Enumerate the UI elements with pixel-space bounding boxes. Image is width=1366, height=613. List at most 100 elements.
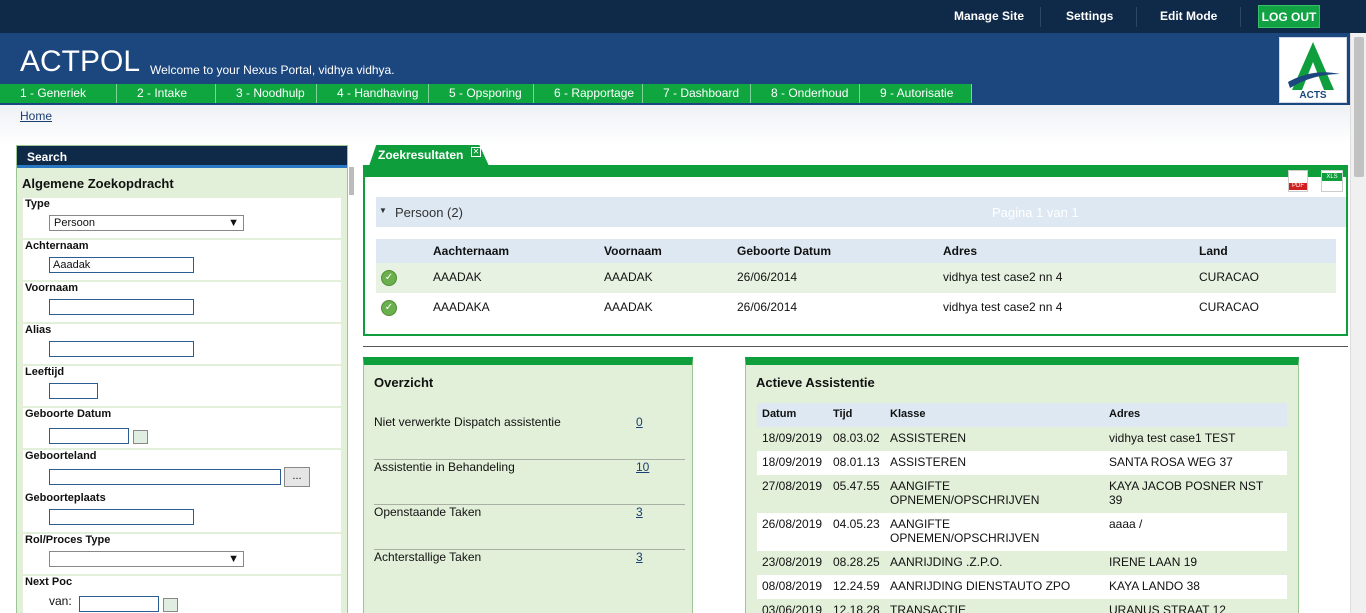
logout-button[interactable]: LOG OUT	[1258, 5, 1320, 28]
achternaam-input[interactable]: Aaadak	[49, 257, 194, 273]
geboorteland-input[interactable]	[49, 469, 281, 485]
pdf-export-icon[interactable]: PDF	[1288, 170, 1308, 192]
table-row[interactable]: 08/08/2019 12.24.59 AANRIJDING DIENSTAUT…	[757, 575, 1287, 599]
overzicht-panel: Overzicht Niet verwerkte Dispatch assist…	[363, 357, 693, 613]
cell-datum: 23/08/2019	[762, 555, 823, 569]
persoon-group-header[interactable]: ▼ Persoon (2) Pagina 1 van 1	[376, 197, 1346, 227]
topbar-divider	[1040, 7, 1041, 27]
topbar-divider	[1240, 7, 1241, 27]
overzicht-item: Niet verwerkte Dispatch assistentie 0	[374, 415, 685, 460]
cell-klasse: TRANSACTIE	[890, 603, 967, 613]
cell-datum: 26/08/2019	[762, 517, 823, 531]
geboorte-datum-input[interactable]	[49, 428, 129, 444]
table-row[interactable]: 18/09/2019 08.01.13 ASSISTEREN SANTA ROS…	[757, 451, 1287, 475]
table-row[interactable]: 23/08/2019 08.28.25 AANRIJDING .Z.P.O. I…	[757, 551, 1287, 575]
overzicht-item: Openstaande Taken 3	[374, 505, 685, 550]
nav-item-autorisatie[interactable]: 9 - Autorisatie	[860, 84, 972, 103]
nav-item-noodhulp[interactable]: 3 - Noodhulp	[216, 84, 317, 103]
nav-item-opsporing[interactable]: 5 - Opsporing	[429, 84, 534, 103]
cell-voornaam: AAADAK	[604, 270, 653, 284]
overzicht-item-count-link[interactable]: 3	[636, 550, 643, 564]
next-poc-van-input[interactable]	[79, 596, 159, 612]
overzicht-item-count-link[interactable]: 0	[636, 415, 643, 429]
voornaam-input[interactable]	[49, 299, 194, 315]
table-row[interactable]: 18/09/2019 08.03.02 ASSISTEREN vidhya te…	[757, 427, 1287, 451]
edit-mode-link[interactable]: Edit Mode	[1160, 9, 1217, 23]
table-row[interactable]: ✓ AAADAK AAADAK 26/06/2014 vidhya test c…	[376, 263, 1336, 293]
subheader	[0, 105, 1350, 145]
cell-datum: 03/06/2019	[762, 603, 823, 613]
check-icon: ✓	[381, 300, 397, 316]
nav-item-intake[interactable]: 2 - Intake	[117, 84, 216, 103]
overzicht-item-count-link[interactable]: 3	[636, 505, 643, 519]
cell-geboorte-datum: 26/06/2014	[737, 270, 798, 284]
section-divider	[363, 346, 1348, 347]
check-icon: ✓	[381, 270, 397, 286]
caret-down-icon: ▼	[379, 206, 387, 215]
logo-text: ACTS	[1299, 90, 1327, 101]
pagination-text: Pagina 1 van 1	[992, 205, 1079, 220]
alias-input[interactable]	[49, 341, 194, 357]
geboorteland-browse-button[interactable]: ...	[284, 467, 310, 487]
nav-item-generiek[interactable]: 1 - Generiek	[0, 84, 117, 103]
cell-achternaam: AAADAK	[433, 270, 482, 284]
table-row[interactable]: ✓ AAADAKA AAADAK 26/06/2014 vidhya test …	[376, 293, 1336, 323]
calendar-icon[interactable]	[163, 598, 178, 612]
close-icon[interactable]: ✕	[471, 147, 481, 157]
table-row[interactable]: 27/08/2019 05.47.55 AANGIFTE OPNEMEN/OPS…	[757, 475, 1287, 513]
cell-klasse: ASSISTEREN	[890, 455, 967, 469]
col-land[interactable]: Land	[1199, 244, 1228, 258]
achternaam-label: Achternaam	[25, 240, 89, 252]
nav-item-rapportage[interactable]: 6 - Rapportage	[534, 84, 643, 103]
overzicht-item-label: Openstaande Taken	[374, 505, 482, 519]
geboorteplaats-field-row: Geboorteplaats	[23, 492, 341, 532]
geboorteland-field-row: Geboorteland ...	[23, 450, 341, 492]
group-title: Persoon (2)	[395, 205, 463, 220]
col-geboorte-datum[interactable]: Geboorte Datum	[737, 244, 831, 258]
table-row[interactable]: 26/08/2019 04.05.23 AANGIFTE OPNEMEN/OPS…	[757, 513, 1287, 551]
type-field-row: Type Persoon ▼	[23, 198, 341, 238]
actieve-assistentie-table: Datum Tijd Klasse Adres 18/09/2019 08.03…	[757, 403, 1287, 613]
cell-adres: aaaa /	[1109, 517, 1143, 531]
overzicht-item-count-link[interactable]: 10	[636, 460, 649, 474]
calendar-icon[interactable]	[133, 430, 148, 444]
cell-datum: 08/08/2019	[762, 579, 823, 593]
cell-tijd: 04.05.23	[833, 517, 880, 531]
cell-klasse: AANRIJDING .Z.P.O.	[890, 555, 1003, 569]
overzicht-item-label: Assistentie in Behandeling	[374, 460, 515, 474]
nav-item-onderhoud[interactable]: 8 - Onderhoud	[751, 84, 860, 103]
breadcrumb-home[interactable]: Home	[20, 109, 52, 123]
actieve-assistentie-panel: Actieve Assistentie Datum Tijd Klasse Ad…	[745, 357, 1299, 613]
cell-adres: vidhya test case2 nn 4	[943, 270, 1063, 284]
nav-item-handhaving[interactable]: 4 - Handhaving	[317, 84, 429, 103]
xls-export-icon[interactable]: XLS	[1321, 170, 1343, 192]
cell-tijd: 08.28.25	[833, 555, 880, 569]
type-select[interactable]: Persoon ▼	[49, 215, 244, 231]
voornaam-field-row: Voornaam	[23, 282, 341, 322]
header: ACTPOL Welcome to your Nexus Portal, vid…	[0, 33, 1350, 105]
col-adres[interactable]: Adres	[943, 244, 977, 258]
col-adres: Adres	[1109, 408, 1141, 420]
cell-geboorte-datum: 26/06/2014	[737, 300, 798, 314]
collapse-handle[interactable]	[349, 167, 354, 195]
nav-item-dashboard[interactable]: 7 - Dashboard	[643, 84, 751, 103]
cell-adres: vidhya test case2 nn 4	[943, 300, 1063, 314]
settings-link[interactable]: Settings	[1066, 9, 1113, 23]
van-label: van:	[49, 594, 72, 608]
cell-klasse: AANRIJDING DIENSTAUTO ZPO	[890, 579, 1071, 593]
col-achternaam[interactable]: Aachternaam	[433, 244, 509, 258]
overzicht-item: Achterstallige Taken 3	[374, 550, 685, 595]
geboorte-datum-field-row: Geboorte Datum	[23, 408, 341, 448]
col-voornaam[interactable]: Voornaam	[604, 244, 662, 258]
cell-klasse: AANGIFTE OPNEMEN/OPSCHRIJVEN	[890, 517, 1040, 545]
rol-select[interactable]: ▼	[49, 551, 244, 567]
geboorteplaats-input[interactable]	[49, 509, 194, 525]
leeftijd-input[interactable]	[49, 383, 98, 399]
page-scrollbar[interactable]	[1350, 33, 1366, 613]
cell-tijd: 05.47.55	[833, 479, 880, 493]
table-row[interactable]: 03/06/2019 12.18.28 TRANSACTIE URANUS ST…	[757, 599, 1287, 613]
cell-tijd: 08.03.02	[833, 431, 880, 445]
scrollbar-thumb[interactable]	[1354, 37, 1364, 177]
chevron-down-icon: ▼	[228, 553, 239, 565]
manage-site-link[interactable]: Manage Site	[954, 9, 1024, 23]
